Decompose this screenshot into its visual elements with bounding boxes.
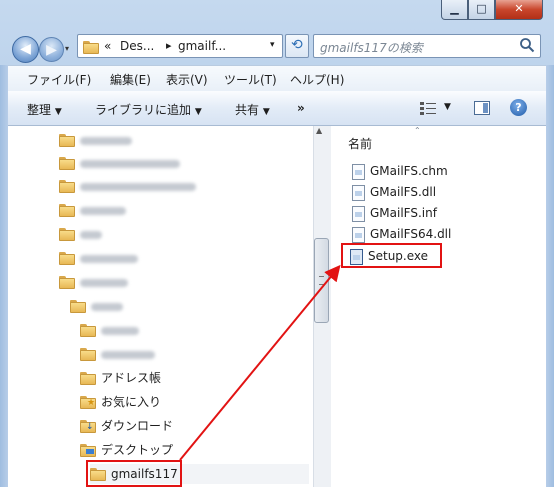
annotation-arrow	[179, 264, 341, 461]
